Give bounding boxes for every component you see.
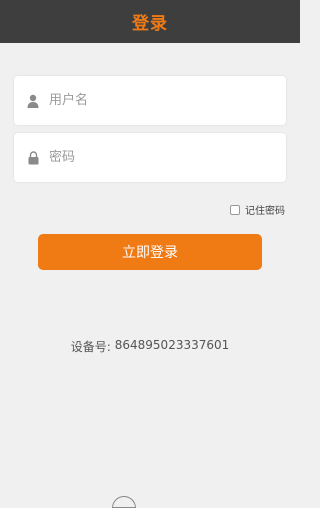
remember-password-checkbox[interactable] [230, 204, 240, 215]
device-label: 设备号: [70, 340, 111, 354]
page-title: 登录 [132, 14, 168, 34]
user-icon [26, 93, 40, 109]
login-button[interactable]: 立即登录 [38, 234, 262, 270]
password-input[interactable] [47, 149, 271, 166]
remember-password[interactable]: 记住密码 [230, 202, 285, 217]
app-header: 登录 [0, 0, 300, 43]
username-field[interactable] [14, 76, 286, 125]
lock-icon [26, 150, 40, 166]
username-input[interactable] [47, 92, 271, 109]
device-number: 864895023337601 [114, 338, 230, 352]
remember-password-label: 记住密码 [245, 206, 285, 217]
bottom-indicator [112, 496, 136, 508]
device-info: 设备号: 864895023337601 [0, 338, 300, 355]
password-field[interactable] [14, 133, 286, 182]
